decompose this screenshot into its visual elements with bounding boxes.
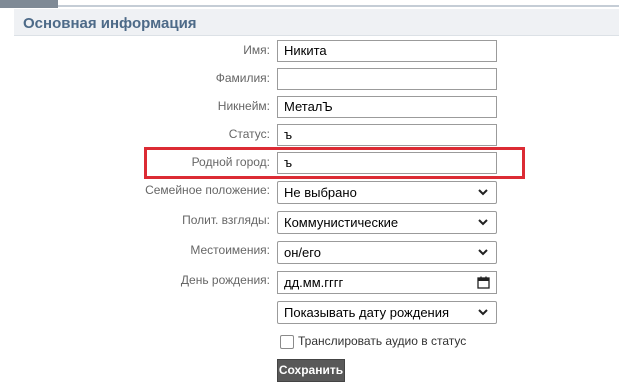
active-tab[interactable] xyxy=(0,0,58,8)
relationship-label: Семейное положение: xyxy=(145,183,270,197)
tabs-divider xyxy=(58,5,619,7)
last-name-field[interactable] xyxy=(277,68,497,90)
political-views-value: Коммунистические xyxy=(284,215,399,230)
chevron-down-icon xyxy=(478,189,488,196)
chevron-down-icon xyxy=(478,249,488,256)
nickname-field[interactable]: МеталЪ xyxy=(277,96,497,118)
hometown-field[interactable]: ъ xyxy=(277,152,497,174)
nickname-label: Никнейм: xyxy=(217,99,270,113)
first-name-field[interactable]: Никита xyxy=(277,40,497,62)
political-views-label: Полит. взгляды: xyxy=(182,213,270,227)
birthday-label: День рождения: xyxy=(180,273,270,287)
birthday-visibility-value: Показывать дату рождения xyxy=(284,305,450,320)
pronouns-value: он/его xyxy=(284,245,321,260)
section-header: Основная информация xyxy=(14,9,619,36)
relationship-select[interactable]: Не выбрано xyxy=(277,181,497,204)
tabs-strip xyxy=(0,0,619,8)
last-name-label: Фамилия: xyxy=(215,71,270,85)
status-label: Статус: xyxy=(228,127,270,141)
status-field[interactable]: ъ xyxy=(277,124,497,146)
save-button[interactable]: Сохранить xyxy=(277,359,345,382)
birthday-value: дд.мм.гггг xyxy=(284,275,344,290)
broadcast-audio-checkbox[interactable] xyxy=(280,335,294,349)
relationship-value: Не выбрано xyxy=(284,185,357,200)
chevron-down-icon xyxy=(478,219,488,226)
pronouns-select[interactable]: он/его xyxy=(277,241,497,264)
broadcast-audio-label: Транслировать аудио в статус xyxy=(298,334,467,348)
birthday-field[interactable]: дд.мм.гггг xyxy=(277,271,497,294)
birthday-visibility-select[interactable]: Показывать дату рождения xyxy=(277,301,497,324)
calendar-icon[interactable] xyxy=(477,276,490,289)
political-views-select[interactable]: Коммунистические xyxy=(277,211,497,234)
first-name-label: Имя: xyxy=(243,43,270,57)
chevron-down-icon xyxy=(478,309,488,316)
section-title: Основная информация xyxy=(23,15,197,32)
hometown-label: Родной город: xyxy=(191,155,270,169)
pronouns-label: Местоимения: xyxy=(190,243,270,257)
